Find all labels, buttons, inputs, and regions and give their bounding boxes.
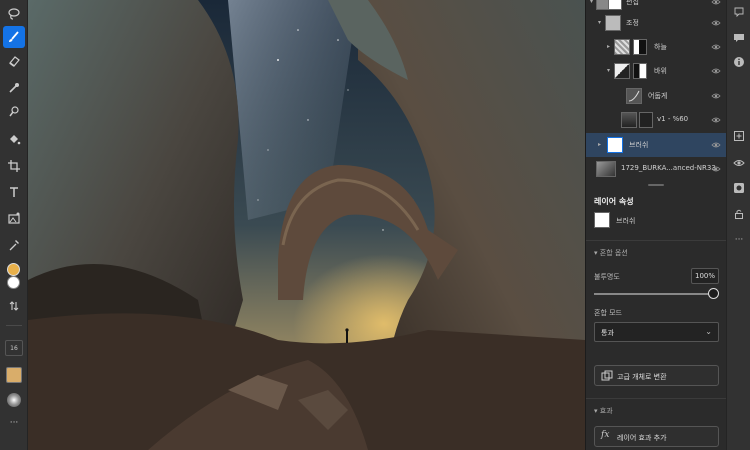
brush-size-field[interactable]: 16 (5, 340, 23, 356)
chevron-down-icon[interactable]: ▾ (590, 0, 593, 5)
blend-mode-select[interactable]: 통과 ⌄ (594, 322, 719, 342)
effects-header[interactable]: ▾ 효과 (594, 406, 613, 416)
fill-icon[interactable] (3, 128, 25, 150)
properties-title: 레이어 속성 (594, 197, 634, 206)
eye-icon[interactable] (711, 66, 721, 76)
layer-row[interactable]: 1729_BURKA...anced-NR33 (586, 157, 727, 181)
layer-thumbnail (605, 15, 621, 31)
layer-row[interactable]: ▸ 하늘 (586, 35, 727, 59)
blend-mode-label: 혼합 모드 (594, 309, 622, 317)
swap-colors-icon[interactable] (3, 295, 25, 317)
brush-icon[interactable] (3, 26, 25, 48)
eye-icon[interactable] (711, 140, 721, 150)
add-layer-effect-button[interactable]: fx 레이어 효과 추가 (594, 426, 719, 447)
eye-icon[interactable] (711, 115, 721, 125)
layer-thumbnail (621, 112, 637, 128)
comment-icon[interactable] (733, 32, 745, 44)
blend-mode-value: 통과 (601, 329, 614, 337)
panel-rail: ··· (726, 0, 750, 450)
layer-thumbnail (614, 39, 630, 55)
curves-adjustment-icon (626, 88, 642, 104)
mask-icon[interactable] (733, 182, 745, 194)
layer-name: 편집 (626, 0, 639, 6)
blend-options-label: 혼합 옵션 (599, 249, 628, 257)
fx-icon: fx (601, 430, 610, 440)
panel-resize-handle[interactable] (648, 184, 664, 186)
add-layer-effect-label: 레이어 효과 추가 (617, 434, 667, 442)
effects-label: 효과 (599, 407, 613, 415)
eye-icon[interactable] (711, 0, 721, 7)
chevron-down-icon[interactable]: ▾ (607, 67, 610, 74)
eraser-icon[interactable] (3, 50, 25, 72)
layer-name: 어둡게 (648, 92, 668, 100)
opacity-slider-thumb[interactable] (708, 288, 719, 299)
layer-name: 바위 (654, 67, 667, 75)
properties-layer-name: 브러쉬 (616, 217, 636, 225)
layers-panel: ▾ 편집 ▾ 조정 ▸ 하늘 ▾ 바위 어둡게 v1 - %60 ▸ 브러쉬 1… (585, 0, 727, 450)
convert-to-smart-object-button[interactable]: 고급 개체로 변환 (594, 365, 719, 386)
arch-photo (28, 0, 585, 450)
brush-color-chip[interactable] (6, 367, 22, 383)
smudge-icon[interactable] (3, 101, 25, 123)
chevron-right-icon[interactable]: ▸ (598, 141, 601, 148)
chevron-down-icon[interactable]: ▾ (598, 19, 601, 26)
layer-row[interactable]: ▾ 조정 (586, 11, 727, 35)
smart-object-icon (601, 370, 613, 381)
more-options-icon[interactable]: ··· (733, 234, 745, 246)
layer-name: 조정 (626, 19, 639, 27)
color-picker-icon[interactable] (3, 234, 25, 256)
lasso-icon[interactable] (3, 3, 25, 25)
layer-thumbnail (614, 63, 630, 79)
layer-mask-thumbnail (639, 112, 653, 128)
layer-mask-thumbnail (633, 39, 647, 55)
image-placement-icon[interactable] (3, 207, 25, 229)
eyedropper-heal-icon[interactable] (3, 77, 25, 99)
opacity-label: 불투명도 (594, 273, 620, 281)
chevron-right-icon[interactable]: ▸ (607, 43, 610, 50)
opacity-input[interactable]: 100% (691, 268, 719, 284)
info-icon[interactable] (733, 56, 745, 68)
layer-mask-thumbnail (608, 0, 622, 10)
eye-icon[interactable] (711, 164, 721, 174)
blend-options-header[interactable]: ▾ 혼합 옵션 (594, 248, 628, 258)
layer-thumbnail (594, 212, 610, 228)
more-tools-icon[interactable]: ··· (3, 412, 25, 434)
layer-mask-thumbnail (633, 63, 647, 79)
lock-icon[interactable] (733, 208, 745, 220)
layer-name: 하늘 (654, 43, 667, 51)
document-canvas[interactable] (28, 0, 585, 450)
eye-icon[interactable] (711, 42, 721, 52)
layer-thumbnail (596, 161, 616, 177)
text-icon[interactable] (3, 181, 25, 203)
opacity-slider-track[interactable] (594, 293, 713, 295)
convert-to-smart-object-label: 고급 개체로 변환 (617, 373, 667, 381)
layer-name: 브러쉬 (629, 141, 649, 149)
brush-softness-icon[interactable] (7, 393, 21, 407)
layer-row[interactable]: 어둡게 (586, 84, 727, 108)
layer-name: 1729_BURKA...anced-NR33 (621, 164, 716, 172)
layer-row-selected[interactable]: ▸ 브러쉬 (586, 133, 727, 157)
layer-row[interactable]: ▾ 바위 (586, 59, 727, 83)
add-layer-icon[interactable] (733, 130, 745, 142)
toolbar-divider (6, 325, 22, 326)
eye-icon[interactable] (711, 18, 721, 28)
eye-icon[interactable] (711, 91, 721, 101)
visibility-icon[interactable] (733, 157, 745, 169)
chevron-down-icon: ⌄ (705, 327, 712, 336)
layer-row[interactable]: v1 - %60 (586, 108, 727, 132)
tool-bar: 16 ··· (0, 0, 28, 450)
background-color-swatch[interactable] (7, 276, 20, 289)
layer-thumbnail (607, 137, 623, 153)
divider (586, 398, 727, 399)
divider (586, 240, 727, 241)
crop-icon[interactable] (3, 155, 25, 177)
learn-icon[interactable] (733, 6, 745, 18)
layer-name: v1 - %60 (657, 115, 689, 123)
foreground-color-swatch[interactable] (7, 263, 20, 276)
